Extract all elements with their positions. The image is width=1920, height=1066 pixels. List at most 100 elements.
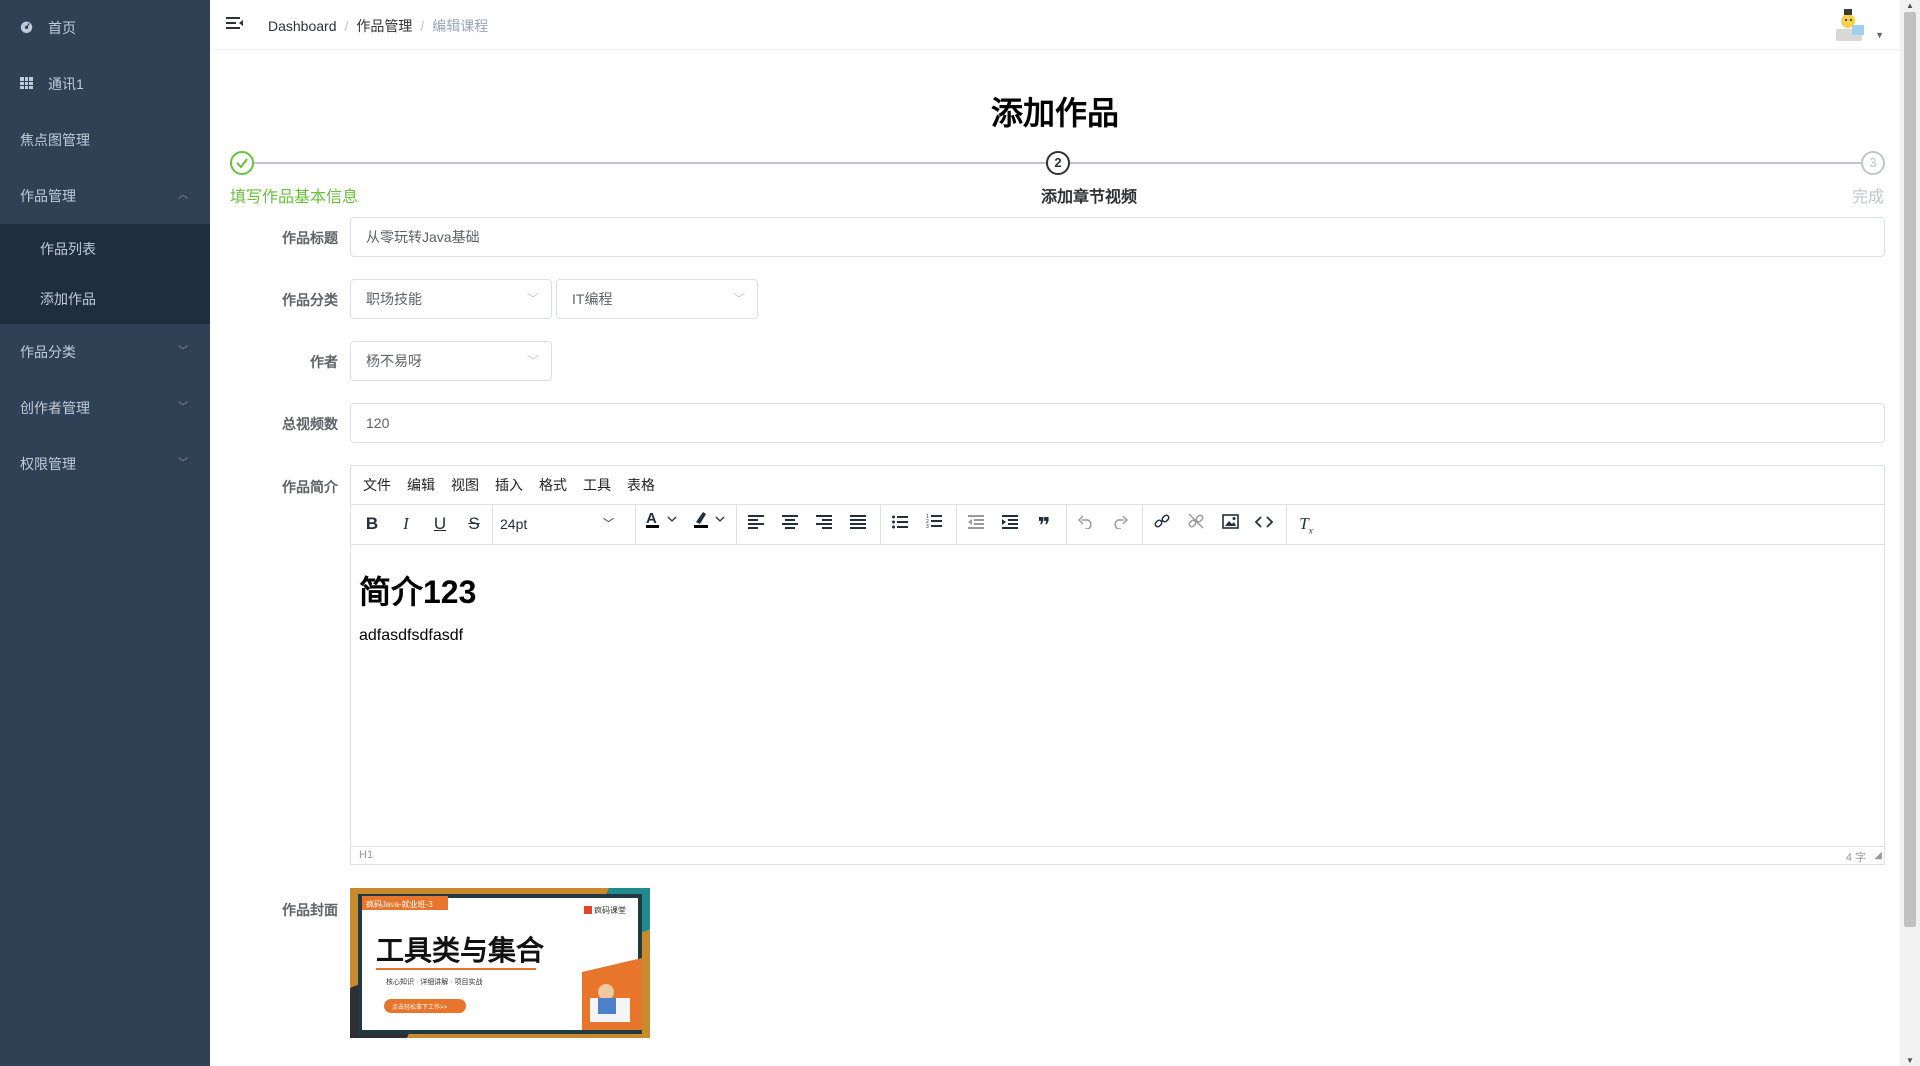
- editor-menu-view[interactable]: 视图: [447, 466, 483, 504]
- cover-headline: 工具类与集合: [376, 934, 545, 967]
- image-icon[interactable]: [1215, 509, 1245, 539]
- sidebar-item-creators[interactable]: 创作者管理 ﹀: [0, 380, 210, 436]
- sidebar-item-contacts[interactable]: 通讯1: [0, 56, 210, 112]
- title-label: 作品标题: [282, 230, 338, 246]
- sidebar: 首页 通讯1 焦点图管理 作品管理 ︿ 作品列表 添加作品 作品分类 ﹀ 创作者…: [0, 0, 210, 1066]
- step-1-title: 填写作品基本信息: [230, 189, 359, 206]
- numbered-list-icon[interactable]: 123: [919, 509, 949, 539]
- link-icon[interactable]: [1147, 509, 1177, 539]
- steps: 填写作品基本信息 2 添加章节视频 3 完成: [230, 151, 1885, 211]
- title-input[interactable]: 从零玩转Java基础: [350, 217, 1885, 257]
- undo-icon[interactable]: [1071, 509, 1101, 539]
- align-justify-icon[interactable]: [843, 509, 873, 539]
- sidebar-item-label: 添加作品: [40, 291, 96, 307]
- hamburger-icon[interactable]: [226, 14, 244, 32]
- svg-text:A: A: [646, 510, 657, 527]
- scrollbar-thumb[interactable]: [1904, 12, 1916, 927]
- highlight-color-icon[interactable]: [687, 509, 731, 539]
- code-icon[interactable]: [1249, 509, 1279, 539]
- step-1-circle: [230, 151, 254, 175]
- font-size-select[interactable]: 24pt ﹀: [492, 509, 622, 539]
- align-center-icon[interactable]: [775, 509, 805, 539]
- cover-brand: 疯码课堂: [594, 905, 626, 915]
- editor-menu-table[interactable]: 表格: [623, 466, 659, 504]
- main-content: 添加作品 填写作品基本信息 2 添加章节视频 3 完成 作品标题 从零玩转Jav…: [210, 50, 1900, 1066]
- submenu-works: 作品列表 添加作品: [0, 224, 210, 324]
- editor-menubar: 文件 编辑 视图 插入 格式 工具 表格: [351, 466, 1884, 505]
- category-level2-value: IT编程: [572, 291, 613, 307]
- outdent-icon[interactable]: [961, 509, 991, 539]
- dashboard-icon: [20, 1, 34, 57]
- svg-text:3: 3: [926, 524, 929, 529]
- bold-icon[interactable]: B: [357, 509, 387, 539]
- font-size-value: 24pt: [500, 516, 528, 532]
- chevron-down-icon: ﹀: [603, 518, 614, 530]
- unlink-icon[interactable]: [1181, 509, 1211, 539]
- author-label: 作者: [310, 354, 338, 370]
- check-icon: [236, 158, 248, 169]
- editor-element-path[interactable]: H1: [359, 849, 373, 861]
- sidebar-item-add-work[interactable]: 添加作品: [0, 274, 210, 324]
- category-level1-select[interactable]: 职场技能 ﹀: [350, 279, 552, 319]
- editor-menu-edit[interactable]: 编辑: [403, 466, 439, 504]
- editor-menu-tools[interactable]: 工具: [579, 466, 615, 504]
- editor-statusbar: H1 4 字 ◢: [351, 846, 1884, 864]
- sidebar-item-label: 焦点图管理: [20, 132, 90, 148]
- bullet-list-icon[interactable]: [885, 509, 915, 539]
- breadcrumb: Dashboard / 作品管理 / 编辑课程: [268, 16, 488, 36]
- editor-menu-file[interactable]: 文件: [359, 466, 395, 504]
- category-level2-select[interactable]: IT编程 ﹀: [556, 279, 758, 319]
- chevron-down-icon: ﹀: [732, 292, 745, 306]
- breadcrumb-current: 编辑课程: [432, 18, 489, 34]
- toolbar-separator: [1286, 505, 1287, 544]
- blockquote-icon[interactable]: ❞: [1029, 509, 1059, 539]
- resize-handle-icon[interactable]: ◢: [1874, 850, 1882, 861]
- cover-button: 点击轻松拿下工作>>: [392, 1003, 448, 1011]
- step-line: [1070, 162, 1861, 164]
- scrollbar[interactable]: ▲ ▼: [1900, 0, 1920, 1066]
- strikethrough-icon[interactable]: S: [459, 509, 489, 539]
- text-color-icon[interactable]: A: [639, 509, 683, 539]
- italic-icon[interactable]: I: [391, 509, 421, 539]
- toolbar-separator: [736, 505, 737, 544]
- chevron-down-icon: ﹀: [178, 402, 188, 413]
- rich-text-editor: 文件 编辑 视图 插入 格式 工具 表格 B I U S 24pt ﹀ A 1 …: [350, 465, 1885, 865]
- sidebar-item-home[interactable]: 首页: [0, 0, 210, 56]
- breadcrumb-item[interactable]: 作品管理: [356, 16, 412, 36]
- cover-subline: 核心知识 · 详细讲解 · 项目实战: [386, 977, 482, 986]
- sidebar-item-works-list[interactable]: 作品列表: [0, 224, 210, 274]
- scroll-up-icon[interactable]: ▲: [1906, 1, 1914, 10]
- step-3-title: 完成: [1852, 189, 1885, 206]
- chevron-down-icon: ﹀: [178, 346, 188, 357]
- breadcrumb-item[interactable]: Dashboard: [268, 18, 337, 34]
- cover-tag: 疯码Java-就业班-3: [366, 899, 433, 909]
- video-count-input[interactable]: 120: [350, 403, 1885, 443]
- author-select[interactable]: 杨不易呀 ﹀: [350, 341, 552, 381]
- sidebar-item-banner[interactable]: 焦点图管理: [0, 112, 210, 168]
- avatar[interactable]: [1830, 5, 1870, 45]
- redo-icon[interactable]: [1105, 509, 1135, 539]
- cover-image[interactable]: 疯码Java-就业班-3 疯码课堂 工具类与集合 核心知识 · 详细讲解 · 项…: [330, 873, 665, 1063]
- clear-formatting-icon[interactable]: Tx: [1291, 509, 1321, 539]
- editor-content[interactable]: 简介123 adfasdfsdfasdf: [351, 545, 1884, 847]
- step-3-circle: 3: [1861, 151, 1885, 175]
- sidebar-item-label: 首页: [48, 20, 76, 36]
- sidebar-item-categories[interactable]: 作品分类 ﹀: [0, 324, 210, 380]
- sidebar-item-works[interactable]: 作品管理 ︿: [0, 168, 210, 224]
- indent-icon[interactable]: [995, 509, 1025, 539]
- toolbar-separator: [956, 505, 957, 544]
- sidebar-item-label: 创作者管理: [20, 400, 90, 416]
- chevron-down-icon: ﹀: [178, 458, 188, 469]
- align-right-icon[interactable]: [809, 509, 839, 539]
- editor-heading: 简介123: [359, 574, 477, 610]
- step-2-circle: 2: [1046, 151, 1070, 175]
- caret-down-icon[interactable]: ▼: [1875, 30, 1884, 40]
- breadcrumb-separator: /: [344, 18, 349, 34]
- editor-menu-format[interactable]: 格式: [535, 466, 571, 504]
- scroll-down-icon[interactable]: ▼: [1906, 1056, 1914, 1065]
- align-left-icon[interactable]: [741, 509, 771, 539]
- editor-menu-insert[interactable]: 插入: [491, 466, 527, 504]
- page-title: 添加作品: [990, 95, 1119, 131]
- underline-icon[interactable]: U: [425, 509, 455, 539]
- sidebar-item-permissions[interactable]: 权限管理 ﹀: [0, 436, 210, 492]
